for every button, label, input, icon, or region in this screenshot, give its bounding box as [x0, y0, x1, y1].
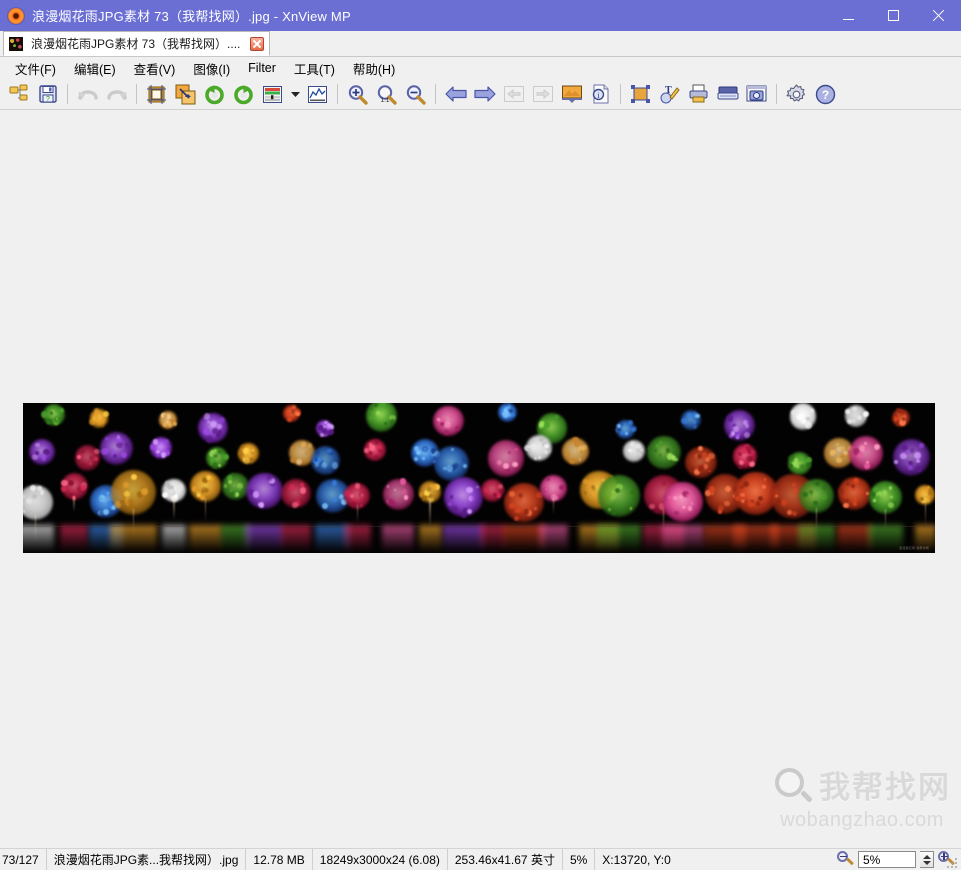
status-zoom-out-icon[interactable] [837, 851, 854, 868]
undo-icon[interactable] [73, 81, 102, 108]
menu-image[interactable]: 图像(I) [184, 57, 239, 80]
rotate-left-icon[interactable] [200, 81, 229, 108]
menu-filter[interactable]: Filter [239, 59, 285, 77]
status-cursor-position: X:13720, Y:0 [602, 852, 671, 867]
menu-tools[interactable]: 工具(T) [285, 57, 344, 80]
resize-icon[interactable] [171, 81, 200, 108]
zoom-in-icon[interactable] [343, 81, 372, 108]
scanner-icon[interactable] [713, 81, 742, 108]
screen-capture-icon[interactable] [742, 81, 771, 108]
watermark-chinese-text: 我帮找网 [819, 769, 951, 805]
status-image-index: 73/127 [0, 848, 47, 870]
xnview-logo-icon [8, 7, 24, 24]
crop-icon[interactable] [142, 81, 171, 108]
toolbar-separator [136, 84, 137, 104]
last-image-icon[interactable] [528, 81, 557, 108]
svg-text:?: ? [46, 96, 50, 103]
watermark-english-text: wobangzhao.com [780, 809, 944, 831]
magnifier-icon [773, 767, 813, 807]
print-icon[interactable] [684, 81, 713, 108]
status-bar: 73/127 浪漫烟花雨JPG素...我帮找网）.jpg 12.78 MB 18… [0, 848, 961, 870]
panoramic-fireworks-photo: 浪漫烟花雨 我帮找网 [23, 403, 935, 553]
menu-view[interactable]: 查看(V) [125, 57, 185, 80]
redo-icon[interactable] [102, 81, 131, 108]
help-icon[interactable]: ? [811, 81, 840, 108]
toolbar-separator [776, 84, 777, 104]
tab-close-icon[interactable] [250, 36, 265, 51]
adjust-colors-icon[interactable] [258, 81, 287, 108]
previous-image-icon[interactable] [441, 81, 470, 108]
close-button[interactable] [916, 0, 961, 31]
toolbar-separator [435, 84, 436, 104]
menu-edit[interactable]: 编辑(E) [65, 57, 125, 80]
svg-text:?: ? [822, 88, 829, 102]
status-print-size: 253.46x41.67 英寸 [448, 848, 563, 870]
tab-bar: 浪漫烟花雨JPG素材 73（我帮找网）.... [0, 31, 961, 57]
water-reflection-line [23, 526, 935, 527]
tab-label: 浪漫烟花雨JPG素材 73（我帮找网）.... [31, 37, 241, 51]
minimize-button[interactable] [826, 0, 871, 31]
rotate-right-icon[interactable] [229, 81, 258, 108]
status-dimensions: 18249x3000x24 (6.08) [313, 848, 448, 870]
site-watermark: 我帮找网 wobangzhao.com [773, 767, 951, 832]
slideshow-icon[interactable] [557, 81, 586, 108]
fullscreen-icon[interactable] [626, 81, 655, 108]
status-filesize: 12.78 MB [246, 848, 313, 870]
save-icon[interactable]: ? [33, 81, 62, 108]
browser-icon[interactable] [4, 81, 33, 108]
settings-gear-icon[interactable] [782, 81, 811, 108]
chevron-down-icon[interactable] [287, 81, 303, 108]
zoom-out-icon[interactable] [401, 81, 430, 108]
xnview-main-window: 浪漫烟花雨JPG素材 73（我帮找网）.jpg - XnView MP 浪漫烟花… [0, 0, 961, 870]
image-info-icon[interactable]: i [586, 81, 615, 108]
image-credit-text: 浪漫烟花雨 我帮找网 [899, 546, 929, 550]
zoom-input[interactable]: 5% [858, 851, 916, 868]
main-toolbar: ? 1:1 i T ? [0, 79, 961, 110]
toolbar-separator [67, 84, 68, 104]
window-resize-grip[interactable] [947, 856, 959, 868]
image-viewer-canvas[interactable]: 浪漫烟花雨 我帮找网 我帮找网 wobangzhao.com [0, 110, 961, 848]
zoom-actual-icon[interactable]: 1:1 [372, 81, 401, 108]
status-zoom-percent: 5% [563, 848, 596, 870]
window-title: 浪漫烟花雨JPG素材 73（我帮找网）.jpg - XnView MP [32, 9, 351, 24]
svg-text:1:1: 1:1 [380, 97, 389, 104]
first-image-icon[interactable] [499, 81, 528, 108]
displayed-image[interactable]: 浪漫烟花雨 我帮找网 [23, 403, 935, 553]
zoom-stepper[interactable] [920, 851, 934, 868]
histogram-icon[interactable] [303, 81, 332, 108]
maximize-button[interactable] [871, 0, 916, 31]
image-thumbnail-icon [9, 36, 23, 51]
title-bar: 浪漫烟花雨JPG素材 73（我帮找网）.jpg - XnView MP [0, 0, 961, 31]
next-image-icon[interactable] [470, 81, 499, 108]
toolbar-separator [620, 84, 621, 104]
toolbar-separator [337, 84, 338, 104]
text-draw-icon[interactable]: T [655, 81, 684, 108]
status-filename: 浪漫烟花雨JPG素...我帮找网）.jpg [47, 848, 247, 870]
window-controls [826, 0, 961, 31]
menu-help[interactable]: 帮助(H) [344, 57, 404, 80]
menu-file[interactable]: 文件(F) [6, 57, 65, 80]
menu-bar: 文件(F) 编辑(E) 查看(V) 图像(I) Filter 工具(T) 帮助(… [0, 57, 961, 79]
tab-image-0[interactable]: 浪漫烟花雨JPG素材 73（我帮找网）.... [3, 31, 271, 56]
status-zoom-controls: 5% [837, 851, 961, 868]
